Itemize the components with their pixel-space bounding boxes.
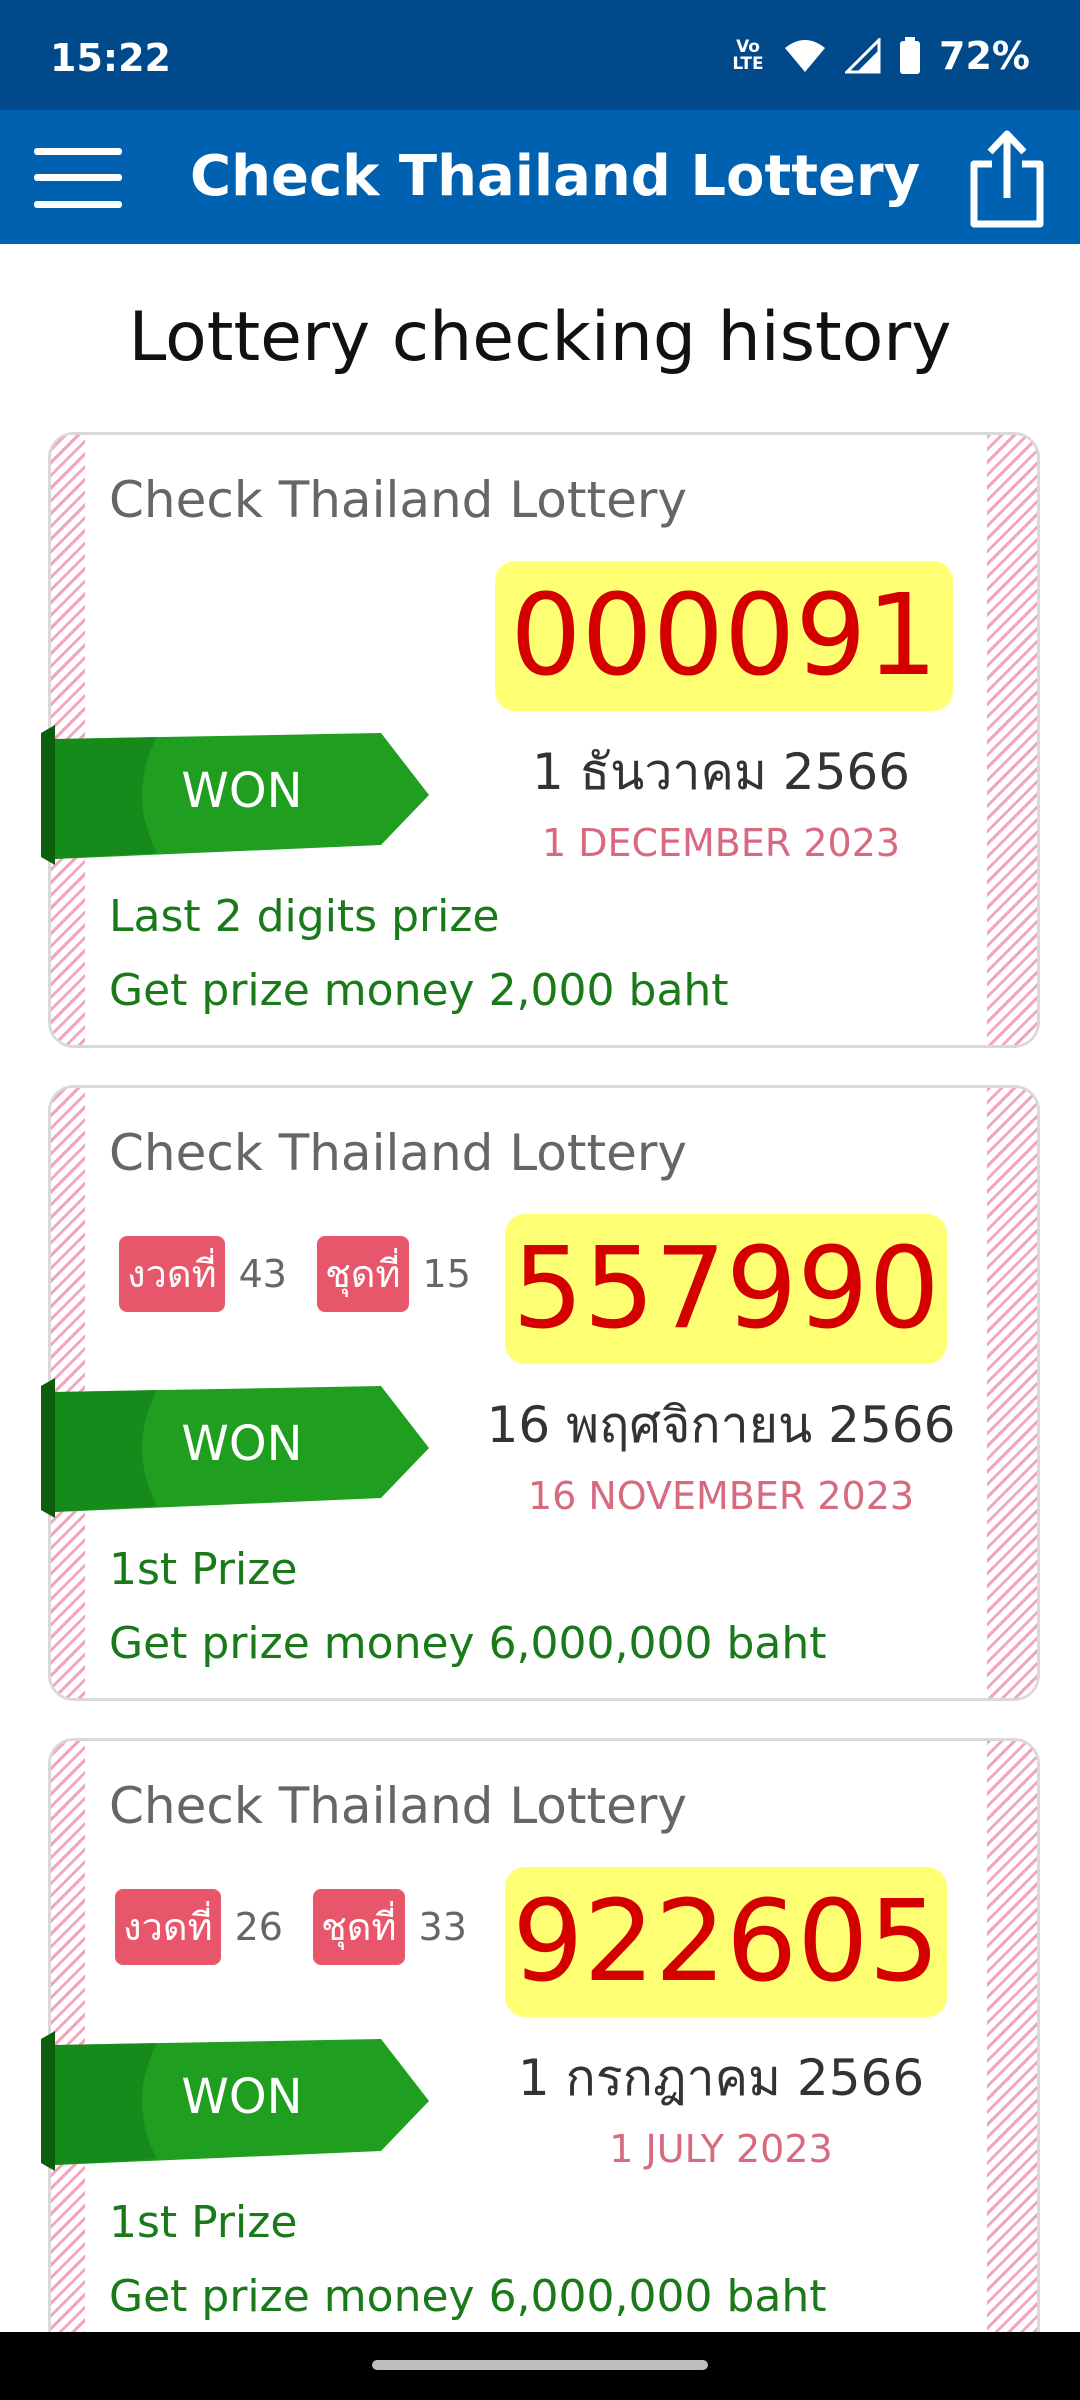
prize-money: Get prize money 2,000 baht — [109, 965, 729, 1016]
won-ribbon: WON — [37, 1378, 437, 1518]
card-brand: Check Thailand Lottery — [109, 1777, 688, 1835]
won-ribbon: WON — [37, 725, 437, 865]
prize-name: Last 2 digits prize — [109, 891, 500, 942]
set-number: 15 — [422, 1252, 471, 1296]
prize-money: Get prize money 6,000,000 baht — [109, 1618, 827, 1669]
draw-badge: งวดที่ — [119, 1236, 225, 1312]
draw-number: 43 — [238, 1252, 287, 1296]
set-number: 33 — [418, 1905, 467, 1949]
lottery-history-card[interactable]: Check Thailand Lottery 000091 1 ธันวาคม … — [41, 432, 1040, 1048]
draw-badge: งวดที่ — [115, 1889, 221, 1965]
lottery-history-card[interactable]: Check Thailand Lottery งวดที่ 26 ชุดที่ … — [41, 1738, 1040, 2354]
draw-info: งวดที่ 43 ชุดที่ 15 — [119, 1236, 501, 1312]
prize-name: 1st Prize — [109, 2197, 298, 2248]
lottery-number: 557990 — [505, 1214, 947, 1364]
set-badge: ชุดที่ — [316, 1236, 409, 1312]
network-label: Vo LTE — [732, 37, 764, 74]
english-date: 1 DECEMBER 2023 — [541, 821, 901, 865]
won-ribbon: WON — [37, 2031, 437, 2171]
card-brand: Check Thailand Lottery — [109, 1124, 688, 1182]
hamburger-menu-icon[interactable] — [34, 148, 122, 208]
lottery-number: 922605 — [505, 1867, 947, 2017]
prize-money: Get prize money 6,000,000 baht — [109, 2271, 827, 2322]
lottery-history-card[interactable]: Check Thailand Lottery งวดที่ 43 ชุดที่ … — [41, 1085, 1040, 1701]
status-bar: 15:22 Vo LTE 72% — [0, 0, 1080, 110]
won-label: WON — [181, 2069, 303, 2125]
decorative-stripe — [987, 435, 1037, 1045]
battery-icon — [900, 37, 921, 74]
wifi-icon — [785, 40, 826, 72]
decorative-stripe — [987, 1088, 1037, 1698]
draw-info: งวดที่ 26 ชุดที่ 33 — [115, 1889, 497, 1965]
won-label: WON — [181, 1416, 303, 1472]
signal-icon — [845, 38, 881, 74]
decorative-stripe — [987, 1741, 1037, 2351]
won-label: WON — [181, 763, 303, 819]
share-icon[interactable] — [968, 128, 1046, 230]
card-brand: Check Thailand Lottery — [109, 471, 688, 529]
volte-icon: Vo LTE — [731, 39, 765, 73]
status-icons: Vo LTE 72% — [731, 34, 1030, 78]
navigation-bar — [0, 2332, 1080, 2400]
draw-number: 26 — [234, 1905, 283, 1949]
app-bar: Check Thailand Lottery — [0, 110, 1080, 244]
thai-date: 1 กรกฎาคม 2566 — [517, 2049, 925, 2107]
thai-date: 1 ธันวาคม 2566 — [531, 743, 911, 801]
battery-level: 72% — [939, 34, 1030, 78]
status-time: 15:22 — [50, 36, 171, 80]
prize-name: 1st Prize — [109, 1544, 298, 1595]
lottery-number: 000091 — [495, 561, 953, 711]
home-gesture-handle[interactable] — [372, 2360, 708, 2370]
thai-date: 16 พฤศจิกายน 2566 — [486, 1396, 956, 1454]
page-title: Lottery checking history — [128, 298, 952, 377]
app-title: Check Thailand Lottery — [190, 144, 921, 209]
set-badge: ชุดที่ — [312, 1889, 405, 1965]
english-date: 1 JULY 2023 — [609, 2127, 833, 2171]
english-date: 16 NOVEMBER 2023 — [527, 1474, 915, 1518]
